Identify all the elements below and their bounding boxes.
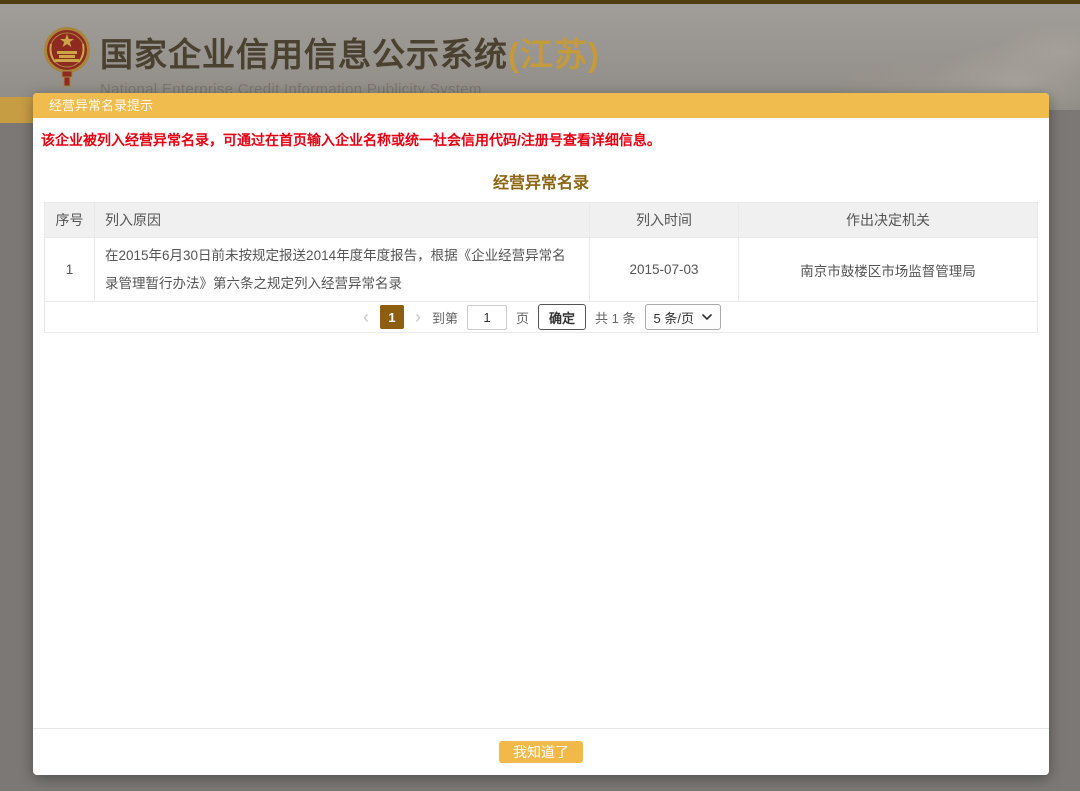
header-cell-authority: 作出决定机关 bbox=[738, 203, 1037, 237]
cell-date: 2015-07-03 bbox=[589, 238, 738, 301]
current-page-button[interactable]: 1 bbox=[380, 305, 404, 329]
site-title: 国家企业信用信息公示系统(江苏) bbox=[100, 28, 600, 76]
cell-reason: 在2015年6月30日前未按规定报送2014年度年度报告，根据《企业经营异常名录… bbox=[94, 238, 589, 301]
abnormal-list-modal: 经营异常名录提示 该企业被列入经营异常名录，可通过在首页输入企业名称或统一社会信… bbox=[33, 93, 1049, 775]
goto-page-label: 到第 bbox=[432, 308, 458, 327]
chevron-down-icon bbox=[702, 314, 712, 320]
cell-index: 1 bbox=[45, 238, 94, 301]
confirm-page-button[interactable]: 确定 bbox=[538, 304, 586, 330]
warning-text: 该企业被列入经营异常名录，可通过在首页输入企业名称或统一社会信用代码/注册号查看… bbox=[41, 130, 1041, 150]
table-row: 1 在2015年6月30日前未按规定报送2014年度年度报告，根据《企业经营异常… bbox=[45, 237, 1037, 301]
page-size-value: 5 条/页 bbox=[654, 308, 694, 327]
page-unit-label: 页 bbox=[516, 308, 529, 327]
modal-title: 经营异常名录提示 bbox=[33, 93, 1049, 118]
cell-authority: 南京市鼓楼区市场监督管理局 bbox=[738, 238, 1037, 301]
table-header-row: 序号 列入原因 列入时间 作出决定机关 bbox=[45, 203, 1037, 237]
site-titles: 国家企业信用信息公示系统(江苏) National Enterprise Cre… bbox=[100, 28, 600, 98]
site-title-main: 国家企业信用信息公示系统 bbox=[100, 36, 508, 73]
screen: 国家企业信用信息公示系统(江苏) National Enterprise Cre… bbox=[0, 0, 1080, 791]
modal-footer: 我知道了 bbox=[33, 728, 1049, 775]
pagination: ‹ 1 › 到第 页 确定 共 1 条 5 条/页 bbox=[44, 301, 1038, 333]
prev-page-icon[interactable]: ‹ bbox=[361, 308, 371, 326]
goto-page-input[interactable] bbox=[467, 305, 507, 330]
header-cell-reason: 列入原因 bbox=[94, 203, 589, 237]
header-cell-index: 序号 bbox=[45, 203, 94, 237]
acknowledge-button[interactable]: 我知道了 bbox=[499, 741, 583, 763]
national-emblem-logo bbox=[43, 26, 91, 88]
header-cell-date: 列入时间 bbox=[589, 203, 738, 237]
table-title: 经营异常名录 bbox=[33, 169, 1049, 193]
page-size-select[interactable]: 5 条/页 bbox=[645, 304, 721, 330]
site-title-region: (江苏) bbox=[508, 36, 600, 73]
abnormal-list-table: 序号 列入原因 列入时间 作出决定机关 1 在2015年6月30日前未按规定报送… bbox=[44, 202, 1038, 301]
total-count-label: 共 1 条 bbox=[595, 308, 635, 327]
nav-bar-stub bbox=[0, 97, 33, 123]
next-page-icon[interactable]: › bbox=[413, 308, 423, 326]
